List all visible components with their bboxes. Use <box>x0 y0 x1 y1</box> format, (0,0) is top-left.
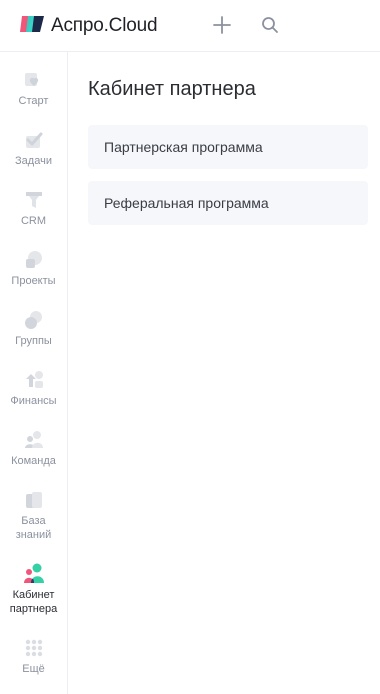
team-icon <box>24 431 43 448</box>
sidebar-item-label: Ещё <box>22 663 45 675</box>
page-title: Кабинет партнера <box>88 78 256 100</box>
sidebar-item-knowledge-base[interactable]: База знаний <box>0 489 67 542</box>
referral-program-card[interactable]: Реферальная программа <box>88 181 368 225</box>
sidebar-item-label: База знаний <box>15 515 52 541</box>
brand-name[interactable]: Аспро.Cloud <box>51 15 158 37</box>
add-button[interactable] <box>209 12 235 38</box>
sidebar-item-finance[interactable]: Финансы <box>0 369 67 408</box>
search-button[interactable] <box>257 12 283 38</box>
more-dots-icon <box>25 639 42 657</box>
search-icon <box>262 17 278 33</box>
sidebar-item-team[interactable]: Команда <box>0 429 67 468</box>
sidebar: Старт Задачи CRM Проекты Группы Финансы … <box>0 52 68 694</box>
sidebar-item-label: CRM <box>20 215 47 227</box>
sidebar-item-label: Команда <box>11 455 56 467</box>
finance-icon <box>25 371 43 388</box>
partner-icon <box>23 563 44 583</box>
partner-program-card[interactable]: Партнерская программа <box>88 125 368 169</box>
sidebar-item-label: Задачи <box>15 155 52 167</box>
app-header: Аспро.Cloud <box>0 0 380 52</box>
card-label: Партнерская программа <box>104 139 263 155</box>
check-icon <box>25 132 42 148</box>
sidebar-item-tasks[interactable]: Задачи <box>0 129 67 168</box>
sidebar-item-label: Старт <box>18 95 49 107</box>
sidebar-item-groups[interactable]: Группы <box>0 309 67 348</box>
sidebar-item-crm[interactable]: CRM <box>0 189 67 228</box>
funnel-icon <box>25 192 42 208</box>
sidebar-item-projects[interactable]: Проекты <box>0 249 67 288</box>
plus-icon <box>213 16 231 34</box>
card-label: Реферальная программа <box>104 195 269 211</box>
sidebar-item-label: Проекты <box>11 275 56 287</box>
sidebar-item-more[interactable]: Ещё <box>0 637 67 676</box>
aspro-logo-icon[interactable] <box>18 14 46 34</box>
sidebar-item-label: Группы <box>15 335 52 347</box>
projects-icon <box>25 251 42 268</box>
heart-icon <box>24 73 38 86</box>
sidebar-item-label: Кабинет партнера <box>9 589 58 615</box>
groups-icon <box>24 311 42 329</box>
sidebar-item-start[interactable]: Старт <box>0 69 67 108</box>
sidebar-item-label: Финансы <box>10 395 57 407</box>
knowledge-base-icon <box>25 492 42 508</box>
sidebar-item-partner-cabinet[interactable]: Кабинет партнера <box>0 563 67 616</box>
